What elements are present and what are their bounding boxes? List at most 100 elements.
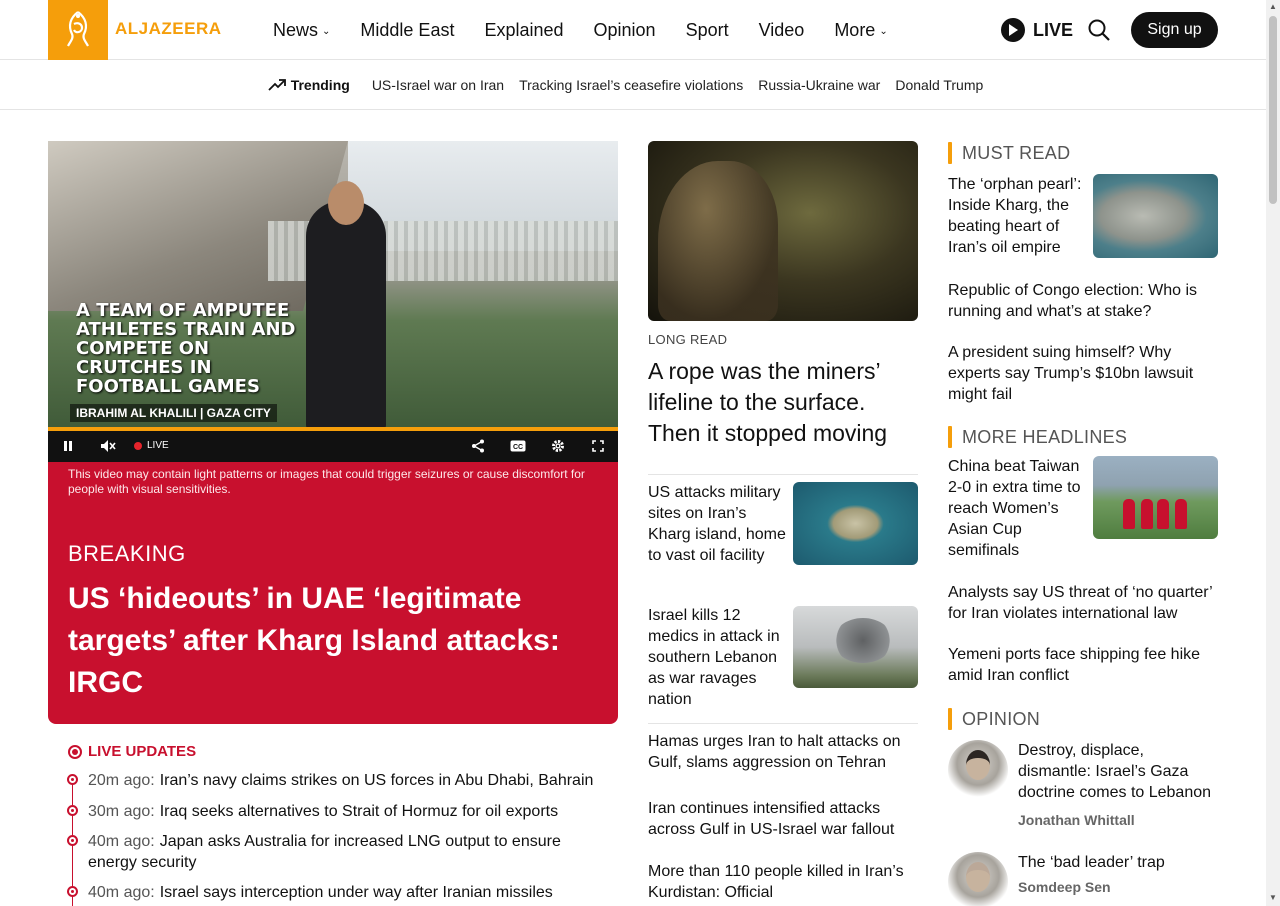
scrollbar-thumb[interactable] <box>1269 16 1277 204</box>
right-rail: MUST READ The ‘orphan pearl’: Inside Kha… <box>948 141 1218 906</box>
trending-up-icon <box>268 79 286 91</box>
live-updates-list: LIVE UPDATES 20m ago: Iran’s navy claims … <box>67 743 608 906</box>
live-update-item[interactable]: 40m ago: Israel says interception under w… <box>67 882 608 903</box>
nav-explained[interactable]: Explained <box>484 20 563 41</box>
story-item[interactable]: Analysts say US threat of ‘no quarter’ f… <box>948 582 1218 644</box>
live-button[interactable]: LIVE <box>1001 18 1073 42</box>
trending-bar: Trending US-Israel war on Iran Tracking … <box>0 61 1266 110</box>
page-scrollbar[interactable]: ▲ ▼ <box>1266 0 1280 906</box>
long-read-title[interactable]: A rope was the miners’ lifeline to the s… <box>648 356 913 449</box>
player-controls: LIVE CC <box>48 427 618 462</box>
nav-label: Video <box>758 19 805 40</box>
player-live-label: LIVE <box>147 440 169 451</box>
breaking-headline[interactable]: US ‘hideouts’ in UAE ‘legitimate targets… <box>68 578 598 704</box>
nav-label: More <box>834 19 876 40</box>
timeline-dot-icon <box>67 805 78 816</box>
section-title: OPINION <box>962 708 1041 729</box>
story-thumbnail[interactable] <box>1093 456 1218 539</box>
story-item[interactable]: Israel kills 12 medics in attack in sout… <box>648 598 918 723</box>
story-item[interactable]: Yemeni ports face shipping fee hike amid… <box>948 644 1218 708</box>
story-title: Yemeni ports face shipping fee hike amid… <box>948 646 1201 684</box>
settings-gear-icon[interactable] <box>550 439 566 455</box>
play-icon <box>1001 18 1025 42</box>
sign-up-button[interactable]: Sign up <box>1131 12 1218 48</box>
story-title: The ‘orphan pearl’: Inside Kharg, the be… <box>948 176 1082 256</box>
nav-label: Opinion <box>593 19 656 40</box>
video-credit: IBRAHIM AL KHALILI | GAZA CITY <box>70 404 277 422</box>
section-accent-bar <box>948 708 952 730</box>
story-thumbnail[interactable] <box>1093 174 1218 258</box>
live-update-item[interactable]: 30m ago: Iraq seeks alternatives to Strai… <box>67 801 608 822</box>
mute-icon[interactable] <box>100 439 116 455</box>
nav-more[interactable]: More ⌄ <box>834 20 887 41</box>
section-title: MORE HEADLINES <box>962 426 1128 447</box>
chevron-down-icon: ⌄ <box>879 26 888 37</box>
aljazeera-logo-icon[interactable] <box>48 0 108 60</box>
breaking-tag: BREAKING <box>68 541 186 566</box>
video-progress-bar[interactable] <box>48 427 618 431</box>
fullscreen-icon[interactable] <box>590 439 606 455</box>
more-headlines-heading: MORE HEADLINES <box>948 426 1218 448</box>
trending-link[interactable]: US-Israel war on Iran <box>372 77 504 93</box>
closed-captions-icon[interactable]: CC <box>510 439 526 455</box>
seizure-warning: This video may contain light patterns or… <box>68 467 585 496</box>
main-nav: News ⌄ Middle East Explained Opinion Spor… <box>273 0 918 60</box>
story-title: US attacks military sites on Iran’s Khar… <box>648 484 786 564</box>
story-title: Republic of Congo election: Who is runni… <box>948 282 1198 320</box>
nav-video[interactable]: Video <box>759 20 805 41</box>
opinion-author[interactable]: Jonathan Whittall <box>1018 810 1218 831</box>
trending-link[interactable]: Russia-Ukraine war <box>758 77 880 93</box>
opinion-item[interactable]: The ‘bad leader’ trap Somdeep Sen <box>948 852 1218 906</box>
scroll-down-arrow-icon[interactable]: ▼ <box>1269 893 1277 902</box>
player-live-indicator: LIVE <box>134 440 169 451</box>
story-item[interactable]: US attacks military sites on Iran’s Khar… <box>648 474 918 598</box>
story-title: A president suing himself? Why experts s… <box>948 344 1194 403</box>
search-icon[interactable] <box>1087 18 1111 42</box>
share-icon[interactable] <box>470 439 486 455</box>
live-indicator-icon <box>68 744 82 759</box>
section-accent-bar <box>948 426 952 448</box>
story-title: Analysts say US threat of ‘no quarter’ f… <box>948 584 1213 622</box>
video-person-head <box>328 181 364 225</box>
story-title: Hamas urges Iran to halt attacks on Gulf… <box>648 733 901 771</box>
story-item[interactable]: A president suing himself? Why experts s… <box>948 342 1218 426</box>
story-item[interactable]: Iran continues intensified attacks acros… <box>648 786 918 849</box>
story-item[interactable]: More than 110 people killed in Iran’s Ku… <box>648 849 918 906</box>
story-item[interactable]: Republic of Congo election: Who is runni… <box>948 280 1218 342</box>
chevron-down-icon: ⌄ <box>322 26 331 37</box>
scroll-up-arrow-icon[interactable]: ▲ <box>1269 2 1277 11</box>
update-text: Israel says interception under way after… <box>159 884 553 901</box>
story-thumbnail[interactable] <box>793 606 918 688</box>
nav-opinion[interactable]: Opinion <box>594 20 656 41</box>
breaking-news-card[interactable]: This video may contain light patterns or… <box>48 462 618 724</box>
story-item[interactable]: Hamas urges Iran to halt attacks on Gulf… <box>648 723 918 786</box>
must-read-heading: MUST READ <box>948 142 1218 164</box>
video-person <box>306 201 386 431</box>
live-updates-label: LIVE UPDATES <box>88 743 197 760</box>
nav-sport[interactable]: Sport <box>686 20 729 41</box>
logo-wordmark[interactable]: ALJAZEERA <box>115 19 222 39</box>
opinion-item[interactable]: Destroy, displace, dismantle: Israel’s G… <box>948 740 1218 852</box>
live-label: LIVE <box>1033 19 1074 40</box>
video-player[interactable]: A TEAM OF AMPUTEE ATHLETES TRAIN AND COM… <box>48 141 618 431</box>
story-thumbnail[interactable] <box>793 482 918 565</box>
live-update-item[interactable]: 20m ago: Iran’s navy claims strikes on US… <box>67 770 608 791</box>
opinion-author[interactable]: Somdeep Sen <box>1018 877 1218 898</box>
trending-text: Trending <box>290 77 350 93</box>
long-read-image[interactable] <box>648 141 918 321</box>
video-caption: A TEAM OF AMPUTEE ATHLETES TRAIN AND COM… <box>76 300 296 397</box>
nav-middle-east[interactable]: Middle East <box>360 20 454 41</box>
trending-link[interactable]: Donald Trump <box>895 77 983 93</box>
story-item[interactable]: China beat Taiwan 2-0 in extra time to r… <box>948 456 1218 582</box>
pause-icon[interactable] <box>60 439 76 455</box>
svg-text:CC: CC <box>513 444 523 451</box>
live-updates-title[interactable]: LIVE UPDATES <box>68 743 608 760</box>
trending-link[interactable]: Tracking Israel’s ceasefire violations <box>519 77 743 93</box>
nav-news[interactable]: News ⌄ <box>273 20 330 41</box>
update-text: Iran’s navy claims strikes on US forces … <box>159 772 594 789</box>
live-update-item[interactable]: 40m ago: Japan asks Australia for increas… <box>67 831 608 873</box>
story-title: More than 110 people killed in Iran’s Ku… <box>648 863 904 901</box>
update-text: Japan asks Australia for increased LNG o… <box>88 833 561 871</box>
trending-label: Trending <box>268 77 350 93</box>
story-item[interactable]: The ‘orphan pearl’: Inside Kharg, the be… <box>948 174 1218 280</box>
